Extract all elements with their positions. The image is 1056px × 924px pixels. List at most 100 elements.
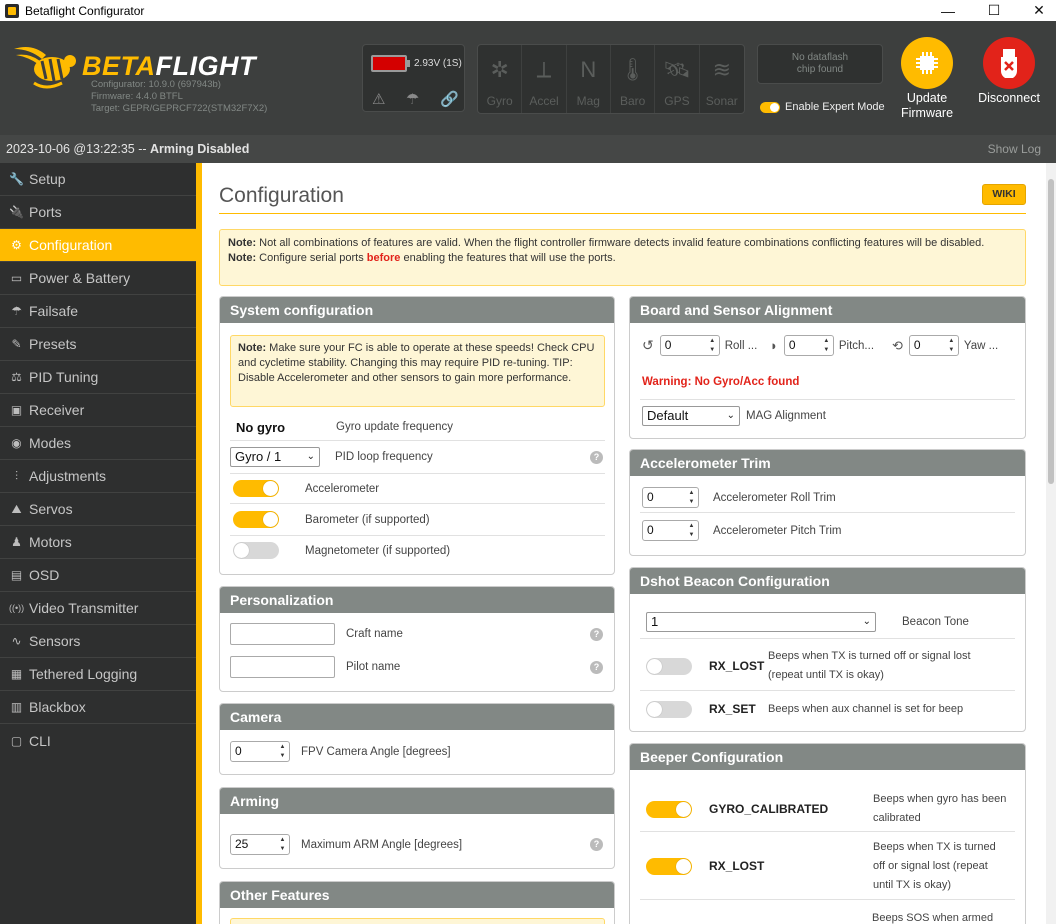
beacon-tone-select[interactable]: 1 ⌄ <box>646 612 876 632</box>
beeper-next-desc: Beeps SOS when armed <box>872 912 994 924</box>
parachute-icon: ☂ <box>11 304 22 318</box>
pilot-name-input[interactable] <box>230 656 335 678</box>
sidebar-item-tethered-logging[interactable]: ▦ Tethered Logging <box>0 658 196 691</box>
sliders-icon: ⫶ <box>14 468 18 483</box>
disconnect-button[interactable]: Disconnect <box>974 37 1044 106</box>
panel-title: Accelerometer Trim <box>630 450 1025 476</box>
app-header: BETAFLIGHT Configurator: 10.9.0 (697943b… <box>0 21 1056 135</box>
sidebar-item-video-transmitter[interactable]: ((•)) Video Transmitter <box>0 592 196 625</box>
yaw-label: Yaw ... <box>963 339 999 352</box>
battery-status: 2.93V (1S) ⚠ ☂ 🔗 <box>362 44 465 112</box>
mag-alignment-select[interactable]: Default ⌄ <box>642 406 740 426</box>
sidebar-item-blackbox[interactable]: ▥ Blackbox <box>0 691 196 724</box>
pitch-alignment-input[interactable]: 0 ▲ ▼ <box>783 335 834 356</box>
mag-icon: N <box>580 57 597 82</box>
maximize-button[interactable]: ☐ <box>971 0 1017 21</box>
dshot-beacon-panel: Dshot Beacon Configuration 1 ⌄ Beacon Ton… <box>629 567 1026 732</box>
help-icon[interactable]: ? <box>590 451 603 464</box>
title-divider <box>219 213 1026 214</box>
sidebar-item-presets[interactable]: ✎ Presets <box>0 328 196 361</box>
log-icon: ▦ <box>10 667 23 681</box>
gyro-calibrated-label: GYRO_CALIBRATED <box>709 802 829 816</box>
sidebar-item-receiver[interactable]: ▣ Receiver <box>0 394 196 427</box>
sensor-baro: 🌡 Baro <box>611 45 656 113</box>
sidebar-item-servos[interactable]: ⛰ Servos <box>0 493 196 526</box>
beacon-rx-set-toggle[interactable] <box>646 700 692 718</box>
beacon-rx-set-desc: Beeps when aux channel is set for beep <box>768 703 964 715</box>
sidebar-item-setup[interactable]: 🔧 Setup <box>0 163 196 196</box>
gyro-calibrated-toggle[interactable] <box>646 800 692 818</box>
no-gyro-value: No gyro <box>236 419 286 435</box>
toggle-icon: ◉ <box>11 436 22 450</box>
accelerometer-label: Accelerometer <box>305 482 380 495</box>
roll-label: Roll ... <box>724 339 758 352</box>
gyro-warning: Warning: No Gyro/Acc found <box>642 376 800 388</box>
usb-disconnect-icon <box>983 37 1035 89</box>
osd-icon: ▤ <box>10 568 23 582</box>
sidebar-item-sensors[interactable]: ∿ Sensors <box>0 625 196 658</box>
sidebar-item-ports[interactable]: 🔌 Ports <box>0 196 196 229</box>
sensor-sonar: ≋ Sonar <box>705 57 738 108</box>
roll-trim-input[interactable]: 0 ▲ ▼ <box>642 487 699 508</box>
sidebar-item-adjustments[interactable]: ⫶ Adjustments <box>0 460 196 493</box>
help-icon[interactable]: ? <box>590 628 603 641</box>
pilot-name-label: Pilot name <box>346 661 401 673</box>
sidebar-item-power-battery[interactable]: ▭ Power & Battery <box>0 262 196 295</box>
barometer-toggle[interactable] <box>233 511 279 528</box>
arm-angle-input[interactable]: 25 ▲ ▼ <box>230 834 290 855</box>
wiki-button[interactable]: WIKI <box>982 184 1026 205</box>
pilot-name-row: Pilot name ? <box>230 656 605 678</box>
roll-icon: ↺ <box>642 337 654 353</box>
pitch-alignment: ◗ 0 ▲ ▼ Pitch... <box>770 335 874 356</box>
status-timestamp: 2023-10-06 @13:22:35 -- <box>6 142 151 156</box>
blackbox-icon: ▥ <box>10 700 23 714</box>
battery-voltage: 2.93V (1S) <box>414 58 462 69</box>
camera-angle-input[interactable]: 0 ▲ ▼ <box>230 741 290 762</box>
configurator-version: Configurator: 10.9.0 (697943b) <box>91 79 221 90</box>
expert-mode-toggle[interactable]: Enable Expert Mode <box>760 101 885 113</box>
plug-icon: 🔌 <box>9 205 24 219</box>
chip-icon <box>901 37 953 89</box>
beacon-tone-label: Beacon Tone <box>902 616 969 628</box>
minimize-button[interactable]: — <box>925 0 971 21</box>
pulse-icon: ∿ <box>11 634 22 648</box>
content-scrollbar[interactable] <box>1046 163 1056 924</box>
help-icon[interactable]: ? <box>590 838 603 851</box>
pitch-trim-input[interactable]: 0 ▲ ▼ <box>642 520 699 541</box>
accelerometer-toggle[interactable] <box>233 480 279 497</box>
close-button[interactable]: ✕ <box>1016 0 1056 21</box>
expert-mode-switch[interactable] <box>760 101 780 113</box>
craft-name-input[interactable] <box>230 623 335 645</box>
terminal-icon: ▢ <box>10 733 23 748</box>
yaw-alignment-input[interactable]: 0 ▲ ▼ <box>908 335 959 356</box>
beeper-next-row: Beeps SOS when armed <box>872 910 993 924</box>
panel-title: System configuration <box>220 297 614 323</box>
sidebar-item-osd[interactable]: ▤ OSD <box>0 559 196 592</box>
sidebar-item-cli[interactable]: ▢ CLI <box>0 724 196 757</box>
beacon-rx-set-label: RX_SET <box>709 702 756 716</box>
panel-title: Dshot Beacon Configuration <box>630 568 1025 594</box>
beeper-rx-lost-toggle[interactable] <box>646 857 692 875</box>
help-icon[interactable]: ? <box>590 661 603 674</box>
beacon-rx-lost-toggle[interactable] <box>646 657 692 675</box>
servo-icon: ⛰ <box>11 501 22 516</box>
target-info: Target: GEPR/GEPRCF722(STM32F7X2) <box>91 103 268 114</box>
pid-loop-row: Gyro / 1 ⌄ PID loop frequency ? <box>230 447 605 467</box>
update-firmware-button[interactable]: Update Firmware <box>892 37 962 121</box>
scrollbar-thumb[interactable] <box>1048 179 1054 484</box>
sidebar-item-modes[interactable]: ◉ Modes <box>0 427 196 460</box>
personalization-panel: Personalization Craft name ? Pilot name … <box>219 586 615 692</box>
pid-loop-select[interactable]: Gyro / 1 ⌄ <box>230 447 320 467</box>
feature-note: Note: Not all combinations of features a… <box>219 229 1026 286</box>
show-log-link[interactable]: Show Log <box>988 135 1041 163</box>
sidebar-item-failsafe[interactable]: ☂ Failsafe <box>0 295 196 328</box>
sidebar-item-configuration[interactable]: ⚙ Configuration <box>0 229 196 262</box>
beeper-rx-lost-row: RX_LOST Beeps when TX is turned off or si… <box>646 838 996 894</box>
magnetometer-toggle[interactable] <box>233 542 279 559</box>
sidebar-item-pid-tuning[interactable]: ⚖ PID Tuning <box>0 361 196 394</box>
version-info: Configurator: 10.9.0 (697943b) Firmware:… <box>91 79 267 115</box>
roll-alignment-input[interactable]: 0 ▲ ▼ <box>659 335 720 356</box>
presets-icon: ✎ <box>11 337 22 351</box>
panel-title: Board and Sensor Alignment <box>630 297 1025 323</box>
sidebar-item-motors[interactable]: ♟ Motors <box>0 526 196 559</box>
